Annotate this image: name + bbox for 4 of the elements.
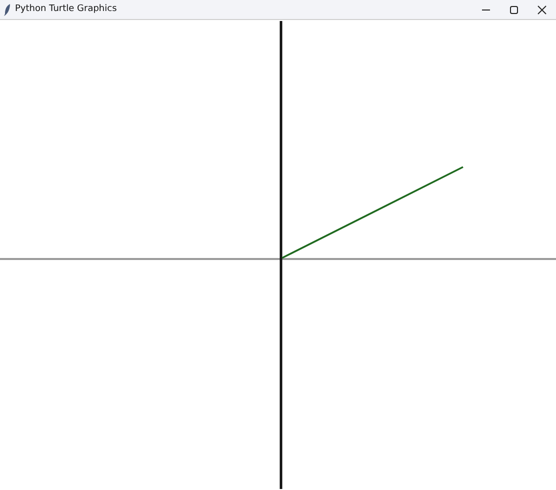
close-icon	[537, 4, 547, 14]
window-title: Python Turtle Graphics	[15, 2, 117, 16]
maximize-icon	[509, 4, 519, 14]
feather-icon	[4, 4, 11, 16]
